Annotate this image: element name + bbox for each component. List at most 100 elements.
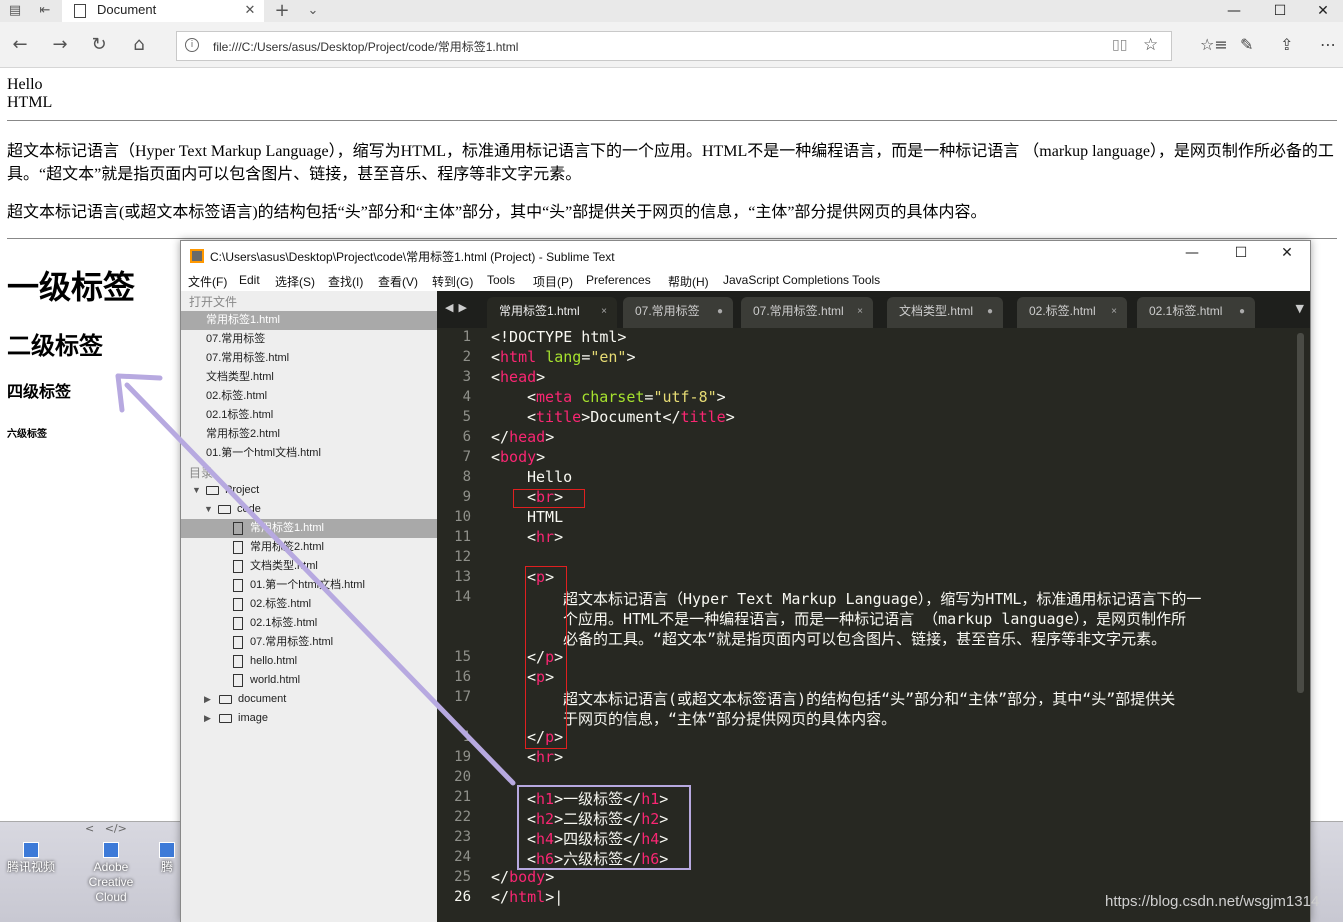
tab-list-icon[interactable]: ▤: [6, 2, 24, 20]
folder-icon: [219, 695, 232, 704]
menu-view[interactable]: 查看(V): [378, 273, 418, 290]
tree-file[interactable]: hello.html: [181, 652, 437, 671]
tree-file[interactable]: 01.第一个html文档.html: [181, 576, 437, 595]
line-number: 2: [462, 349, 471, 365]
close-tab-icon[interactable]: ✕: [241, 2, 259, 20]
tree-label: 07.常用标签.html: [250, 636, 334, 648]
menu-tools[interactable]: Tools: [487, 273, 515, 287]
maximize-button[interactable]: ☐: [1257, 0, 1303, 22]
tree-file[interactable]: 07.常用标签.html: [181, 633, 437, 652]
desktop-icon-tencent-video[interactable]: 腾讯视频: [0, 842, 66, 875]
line-number: 17: [454, 689, 471, 705]
vertical-scrollbar[interactable]: [1297, 333, 1304, 693]
menu-edit[interactable]: Edit: [239, 273, 260, 287]
folder-icon: [219, 714, 232, 723]
tab-preview-chevron-icon[interactable]: ⌄: [304, 2, 322, 20]
set-aside-tabs-icon[interactable]: ⇤: [36, 2, 54, 20]
editor-tab[interactable]: 文档类型.html ●: [887, 297, 1003, 328]
editor-tab[interactable]: 07.常用标签.html ×: [741, 297, 873, 328]
tree-label: 文档类型.html: [250, 560, 318, 572]
browser-tab-document[interactable]: Document: [62, 0, 264, 22]
sublime-maximize-button[interactable]: ☐: [1226, 245, 1256, 261]
tree-folder-document[interactable]: ▶ document: [181, 690, 437, 709]
share-icon[interactable]: ⇪: [1280, 35, 1293, 54]
tab-scroll-arrows-icon[interactable]: ◀▶: [445, 301, 472, 314]
tree-folder-project[interactable]: ▼ Project: [181, 481, 437, 500]
close-icon[interactable]: ×: [601, 297, 607, 326]
editor-tab[interactable]: 02.标签.html ×: [1017, 297, 1127, 328]
menu-preferences[interactable]: Preferences: [586, 273, 651, 287]
editor-tab-label: 07.常用标签: [635, 304, 700, 318]
new-tab-icon[interactable]: +: [273, 2, 291, 20]
tree-folder-image[interactable]: ▶ image: [181, 709, 437, 728]
menu-javascript-completions[interactable]: JavaScript Completions Tools: [723, 273, 880, 287]
menu-file[interactable]: 文件(F): [188, 273, 227, 290]
home-icon[interactable]: ⌂: [127, 34, 151, 56]
browser-tab-bar: ▤ ⇤ Document ✕ + ⌄ — ☐ ✕: [0, 0, 1343, 22]
line-number: 14: [454, 589, 471, 605]
minimize-button[interactable]: —: [1211, 0, 1257, 22]
tree-file[interactable]: 常用标签2.html: [181, 538, 437, 557]
code-area[interactable]: <!DOCTYPE html> <html lang="en"> <head> …: [491, 328, 1281, 922]
sublime-sidebar: 打开文件 常用标签1.html 07.常用标签 07.常用标签.html 文档类…: [181, 291, 437, 922]
unsaved-dot-icon[interactable]: ●: [717, 297, 723, 326]
line-number: 13: [454, 569, 471, 585]
editor-tab-label: 文档类型.html: [899, 304, 974, 318]
tree-file[interactable]: 02.1标签.html: [181, 614, 437, 633]
menu-project[interactable]: 项目(P): [533, 273, 573, 290]
desktop-icon-partial[interactable]: 腾: [155, 842, 179, 875]
url-text[interactable]: file:///C:/Users/asus/Desktop/Project/co…: [213, 38, 518, 55]
sublime-text-window: C:\Users\asus\Desktop\Project\code\常用标签1…: [180, 240, 1311, 922]
code-line: <body>: [491, 448, 546, 466]
tree-file[interactable]: world.html: [181, 671, 437, 690]
more-icon[interactable]: ⋯: [1320, 35, 1336, 54]
menu-find[interactable]: 查找(I): [328, 273, 363, 290]
menu-goto[interactable]: 转到(G): [432, 273, 473, 290]
open-file-item[interactable]: 常用标签1.html: [181, 311, 437, 330]
open-file-item[interactable]: 常用标签2.html: [181, 425, 437, 444]
sublime-close-button[interactable]: ✕: [1272, 245, 1302, 261]
tree-file[interactable]: 文档类型.html: [181, 557, 437, 576]
code-line-wrap: 个应用。HTML不是一种编程语言，而是一种标记语言 （markup langua…: [563, 610, 1187, 628]
mini-nav-arrows: < </>: [78, 822, 127, 835]
open-file-item[interactable]: 02.标签.html: [181, 387, 437, 406]
tree-folder-code[interactable]: ▼ code: [181, 500, 437, 519]
forward-icon[interactable]: →: [48, 34, 72, 56]
unsaved-dot-icon[interactable]: ●: [987, 297, 993, 326]
favorites-hub-icon[interactable]: ☆≡: [1200, 35, 1228, 54]
address-bar[interactable]: i file:///C:/Users/asus/Desktop/Project/…: [176, 31, 1172, 61]
code-line: Hello: [527, 468, 573, 486]
open-file-item[interactable]: 02.1标签.html: [181, 406, 437, 425]
refresh-icon[interactable]: ↻: [87, 34, 111, 56]
tree-file[interactable]: 02.标签.html: [181, 595, 437, 614]
pen-notes-icon[interactable]: ✎: [1240, 35, 1253, 54]
menu-help[interactable]: 帮助(H): [668, 273, 709, 290]
back-icon[interactable]: ←: [8, 34, 32, 56]
open-file-item[interactable]: 07.常用标签: [181, 330, 437, 349]
open-file-item[interactable]: 01.第一个html文档.html: [181, 444, 437, 463]
tree-label: 01.第一个html文档.html: [250, 579, 365, 591]
close-icon[interactable]: ×: [1111, 297, 1117, 326]
open-file-item[interactable]: 文档类型.html: [181, 368, 437, 387]
favorite-star-icon[interactable]: ☆: [1143, 35, 1158, 55]
editor-tab[interactable]: 02.1标签.html ●: [1137, 297, 1255, 328]
reading-view-icon[interactable]: ▯▯: [1112, 37, 1127, 53]
open-file-item[interactable]: 07.常用标签.html: [181, 349, 437, 368]
close-window-button[interactable]: ✕: [1300, 0, 1343, 22]
close-icon[interactable]: ×: [857, 297, 863, 326]
line-number: 25: [454, 869, 471, 885]
sublime-minimize-button[interactable]: —: [1177, 245, 1207, 261]
desktop-icon-adobe-cc[interactable]: Adobe Creative Cloud: [76, 842, 146, 905]
menu-selection[interactable]: 选择(S): [275, 273, 315, 290]
tab-list-dropdown-icon[interactable]: ▼: [1296, 302, 1304, 315]
horizontal-rule: [7, 120, 1337, 121]
tree-file[interactable]: 常用标签1.html: [181, 519, 437, 538]
annotation-box-headings: [517, 785, 691, 870]
tab-title: Document: [97, 2, 157, 17]
code-editor[interactable]: ◀▶ 常用标签1.html × 07.常用标签 ● 07.常用标签.html ×…: [437, 291, 1310, 922]
unsaved-dot-icon[interactable]: ●: [1239, 297, 1245, 326]
sublime-title-bar: C:\Users\asus\Desktop\Project\code\常用标签1…: [181, 241, 1310, 271]
editor-tab[interactable]: 07.常用标签 ●: [623, 297, 733, 328]
editor-tab[interactable]: 常用标签1.html ×: [487, 297, 617, 328]
info-icon[interactable]: i: [185, 38, 199, 52]
